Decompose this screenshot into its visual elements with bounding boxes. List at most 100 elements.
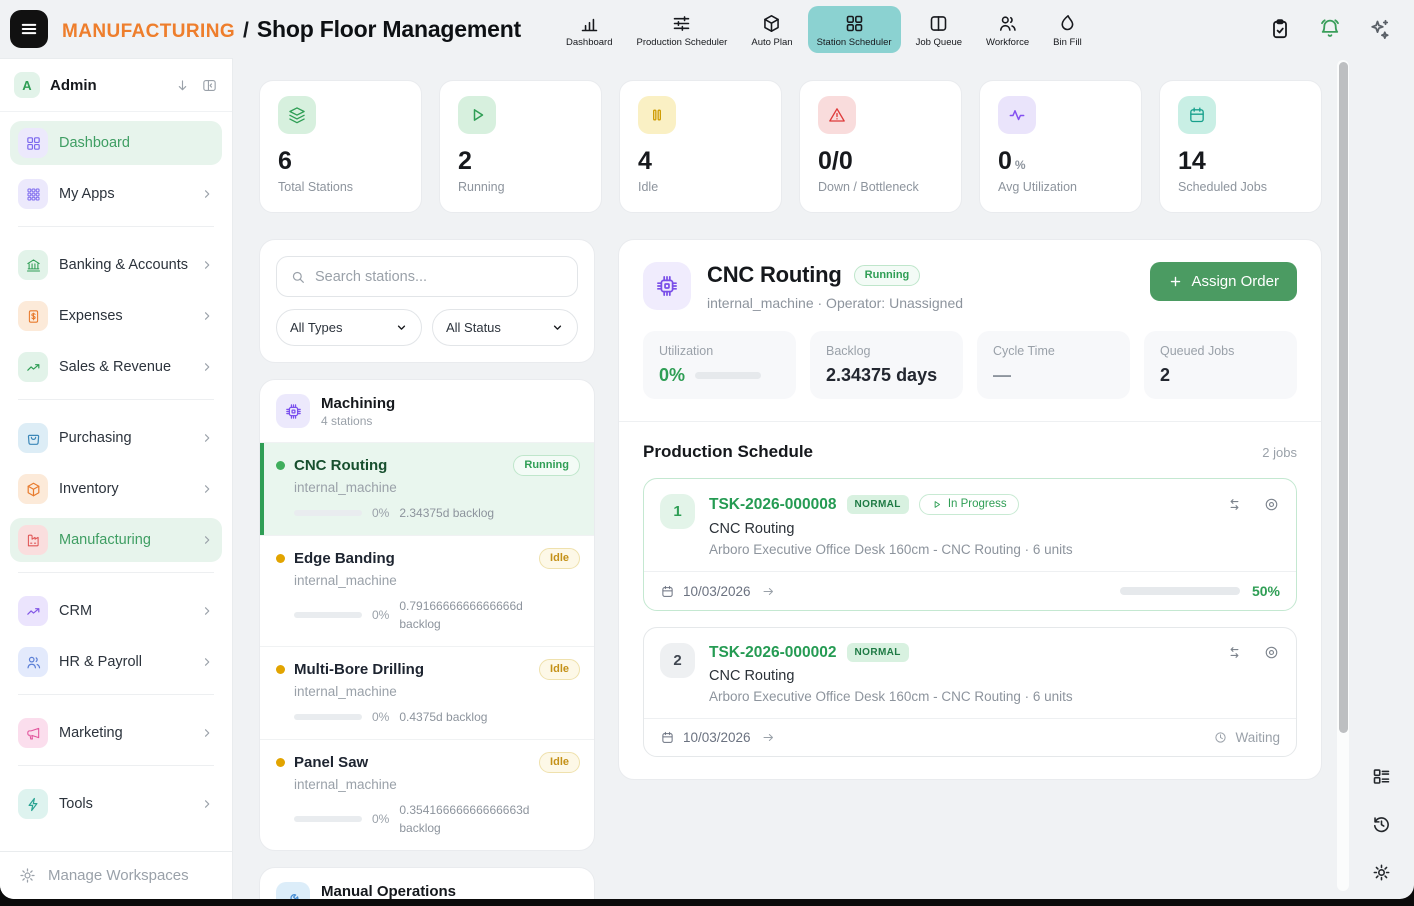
- main-content: 6 Total Stations 2 Running 4 Idle 0/0 Do…: [233, 58, 1350, 899]
- group-header-machining[interactable]: Machining 4 stations: [260, 380, 594, 442]
- history-icon[interactable]: [1371, 814, 1392, 835]
- station-row-multi-bore-drilling[interactable]: Multi-Bore Drilling Idle internal_machin…: [260, 646, 594, 739]
- arrow-down-icon[interactable]: [174, 77, 191, 94]
- station-group-manual-operations: Manual Operations 2 stations: [259, 867, 595, 899]
- hamburger-menu-button[interactable]: [10, 10, 48, 48]
- workspace-name: Admin: [50, 77, 164, 94]
- sidebar-item-expenses[interactable]: Expenses: [10, 294, 222, 338]
- group-header-manual-operations[interactable]: Manual Operations 2 stations: [260, 868, 594, 899]
- type-filter-select[interactable]: All Types: [276, 309, 422, 346]
- megaphone-icon: [18, 718, 48, 748]
- priority-badge: NORMAL: [847, 495, 909, 514]
- sidebar-item-crm[interactable]: CRM: [10, 589, 222, 633]
- metric-utilization: Utilization 0%: [643, 331, 796, 399]
- pulse-icon: [998, 96, 1036, 134]
- nav-item-auto-plan[interactable]: Auto Plan: [742, 6, 801, 53]
- page-title: Shop Floor Management: [257, 16, 521, 43]
- station-row-edge-banding[interactable]: Edge Banding Idle internal_machine 0% 0.…: [260, 535, 594, 646]
- utilization-pct: 0%: [372, 710, 389, 724]
- nav-item-bin-fill[interactable]: Bin Fill: [1044, 6, 1091, 53]
- notifications-button[interactable]: [1318, 17, 1342, 41]
- job-id-link[interactable]: TSK-2026-000002: [709, 644, 837, 662]
- view-icon[interactable]: [1263, 644, 1280, 661]
- manage-workspaces-button[interactable]: Manage Workspaces: [0, 851, 232, 899]
- breadcrumb: MANUFACTURING / Shop Floor Management: [62, 16, 521, 43]
- job-operation: CNC Routing: [709, 668, 1280, 684]
- station-detail-subtitle: internal_machine · Operator: Unassigned: [707, 295, 963, 311]
- job-description: Arboro Executive Office Desk 160cm - CNC…: [709, 542, 1280, 557]
- sidebar-item-sales-revenue[interactable]: Sales & Revenue: [10, 345, 222, 389]
- nav-item-job-queue[interactable]: Job Queue: [907, 6, 971, 53]
- reassign-icon[interactable]: [1226, 644, 1243, 661]
- sidebar-nav: Dashboard My Apps Banking & Accounts Exp…: [0, 112, 232, 851]
- job-card-tsk-2026-000008[interactable]: 1 TSK-2026-000008 NORMAL In Progress: [643, 478, 1297, 611]
- station-status-badge: Running: [854, 265, 921, 286]
- sidebar-item-dashboard[interactable]: Dashboard: [10, 121, 222, 165]
- nav-item-workforce[interactable]: Workforce: [977, 6, 1038, 53]
- bank-icon: [18, 250, 48, 280]
- chip-icon: [276, 394, 310, 428]
- sidebar-item-hr-payroll[interactable]: HR & Payroll: [10, 640, 222, 684]
- nav-item-dashboard[interactable]: Dashboard: [557, 6, 621, 53]
- ai-assistant-button[interactable]: [1368, 17, 1392, 41]
- columns-icon: [928, 13, 949, 34]
- settings-gear-icon[interactable]: [1371, 862, 1392, 883]
- backlog-text: 0.7916666666666666d backlog: [399, 597, 549, 633]
- station-metrics: Utilization 0% Backlog 2.34375 days Cycl…: [619, 329, 1321, 421]
- status-badge: Running: [513, 455, 580, 476]
- sidebar-item-manufacturing[interactable]: Manufacturing: [10, 518, 222, 562]
- chevron-right-icon: [200, 797, 214, 811]
- stations-panel: All Types All Status Machining 4 station…: [259, 239, 595, 899]
- tasks-clipboard-button[interactable]: [1268, 17, 1292, 41]
- stat-value: 14: [1178, 147, 1303, 176]
- sliders-icon: [671, 13, 692, 34]
- utilization-bar: [294, 510, 362, 516]
- stat-unit: %: [1015, 158, 1026, 172]
- view-icon[interactable]: [1263, 496, 1280, 513]
- stat-value: 6: [278, 147, 403, 176]
- status-filter-select[interactable]: All Status: [432, 309, 578, 346]
- apps-grid-icon: [18, 179, 48, 209]
- metric-backlog: Backlog 2.34375 days: [810, 331, 963, 399]
- receipt-dollar-icon: [18, 301, 48, 331]
- package-icon: [761, 13, 782, 34]
- status-dot: [276, 665, 285, 674]
- station-row-cnc-routing[interactable]: CNC Routing Running internal_machine 0% …: [260, 442, 594, 535]
- stats-row: 6 Total Stations 2 Running 4 Idle 0/0 Do…: [259, 80, 1322, 213]
- station-type: internal_machine: [294, 684, 580, 699]
- sidebar-item-my-apps[interactable]: My Apps: [10, 172, 222, 216]
- sidebar-divider: [18, 399, 214, 400]
- forms-list-icon[interactable]: [1371, 766, 1392, 787]
- search-input[interactable]: [315, 269, 564, 285]
- scrollbar-thumb[interactable]: [1339, 62, 1348, 733]
- sidebar-item-inventory[interactable]: Inventory: [10, 467, 222, 511]
- vertical-scrollbar[interactable]: [1337, 60, 1349, 891]
- station-type: internal_machine: [294, 480, 580, 495]
- nav-item-station-scheduler[interactable]: Station Scheduler: [808, 6, 901, 53]
- sparkles-icon: [1368, 17, 1392, 41]
- assign-order-button[interactable]: Assign Order: [1150, 262, 1297, 301]
- sidebar-item-purchasing[interactable]: Purchasing: [10, 416, 222, 460]
- job-card-tsk-2026-000002[interactable]: 2 TSK-2026-000002 NORMAL: [643, 627, 1297, 757]
- reassign-icon[interactable]: [1226, 496, 1243, 513]
- sidebar-item-banking-accounts[interactable]: Banking & Accounts: [10, 243, 222, 287]
- station-detail-card: CNC Routing Running internal_machine · O…: [618, 239, 1322, 780]
- utilization-pct: 0%: [372, 608, 389, 622]
- workspace-header[interactable]: A Admin: [0, 59, 232, 112]
- module-nav: Dashboard Production Scheduler Auto Plan…: [557, 6, 1091, 53]
- job-sequence-number: 2: [660, 643, 695, 678]
- stat-label: Down / Bottleneck: [818, 180, 943, 194]
- job-operation: CNC Routing: [709, 521, 1280, 537]
- job-id-link[interactable]: TSK-2026-000008: [709, 496, 837, 514]
- sidebar-item-marketing[interactable]: Marketing: [10, 711, 222, 755]
- brand-text: MANUFACTURING: [62, 21, 235, 43]
- sidebar-divider: [18, 226, 214, 227]
- nav-item-production-scheduler[interactable]: Production Scheduler: [628, 6, 737, 53]
- arrow-right-icon: [761, 730, 776, 745]
- priority-badge: NORMAL: [847, 643, 909, 662]
- collapse-sidebar-icon[interactable]: [201, 77, 218, 94]
- breadcrumb-separator: /: [243, 19, 249, 43]
- trend-up-icon: [18, 352, 48, 382]
- sidebar-item-tools[interactable]: Tools: [10, 782, 222, 826]
- station-row-panel-saw[interactable]: Panel Saw Idle internal_machine 0% 0.354…: [260, 739, 594, 850]
